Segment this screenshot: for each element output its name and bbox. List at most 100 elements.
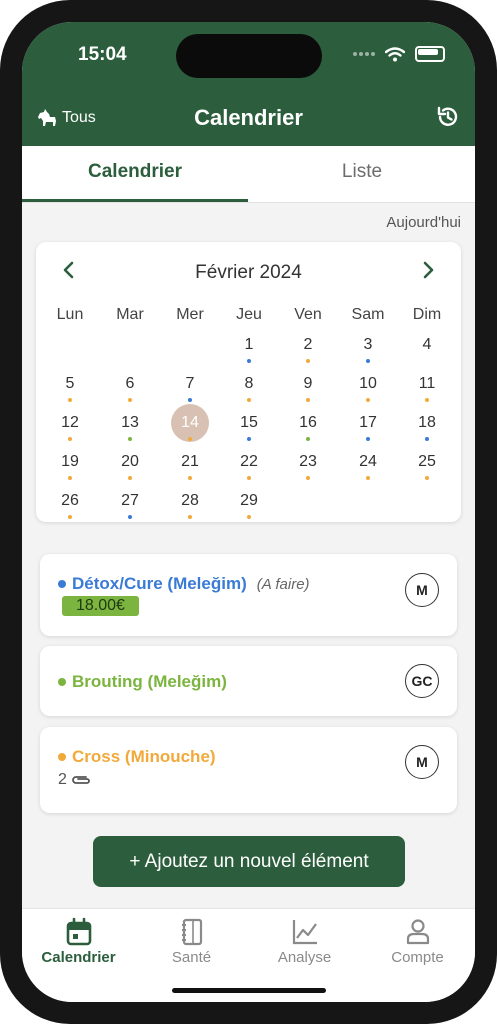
calendar-day[interactable]: 10	[346, 369, 390, 405]
day-number: 20	[121, 453, 139, 470]
add-element-button[interactable]: + Ajoutez un nouvel élément	[93, 836, 405, 887]
attachment-number: 2	[58, 771, 67, 788]
nav-calendrier[interactable]: Calendrier	[22, 917, 135, 966]
calendar-day[interactable]: 8	[227, 369, 271, 405]
day-number: 9	[303, 375, 313, 392]
day-number: 23	[299, 453, 317, 470]
day-number: 11	[418, 375, 436, 392]
event-dot	[188, 476, 192, 480]
calendar-day[interactable]: 21	[168, 447, 212, 483]
wifi-icon	[385, 46, 405, 61]
history-button[interactable]	[435, 104, 461, 135]
event-dot	[128, 437, 132, 441]
day-number: 29	[240, 492, 258, 509]
calendar-day[interactable]: 2	[286, 330, 330, 366]
calendar-day[interactable]: 20	[108, 447, 152, 483]
event-dot	[247, 359, 251, 363]
day-number: 19	[61, 453, 79, 470]
nav-compte[interactable]: Compte	[361, 917, 474, 966]
calendar-day[interactable]: 28	[168, 486, 212, 522]
event-title: Détox/Cure (Meleğim)	[72, 574, 247, 593]
paperclip-icon	[72, 776, 90, 784]
event-dot	[366, 359, 370, 363]
avatar: GC	[405, 664, 439, 698]
calendar-day[interactable]: 19	[48, 447, 92, 483]
dynamic-island	[176, 34, 322, 78]
month-title: Février 2024	[195, 262, 302, 283]
calendar-day[interactable]: 4	[405, 330, 449, 366]
nav-label: Compte	[391, 949, 444, 966]
nav-analyse[interactable]: Analyse	[248, 917, 361, 966]
calendar-day[interactable]: 3	[346, 330, 390, 366]
day-number: 3	[363, 336, 373, 353]
nav-label: Analyse	[277, 949, 332, 966]
user-icon	[406, 919, 429, 945]
event-title: Cross (Minouche)	[72, 747, 216, 766]
calendar-day[interactable]: 18	[405, 408, 449, 444]
weekday-label: Ven	[294, 306, 322, 323]
app-screen: 15:04 Tous Calendrier Calendrier Liste A…	[22, 22, 475, 1002]
calendar-day[interactable]: 24	[346, 447, 390, 483]
day-number: 27	[121, 492, 139, 509]
calendar-day[interactable]: 26	[48, 486, 92, 522]
event-dot	[68, 398, 72, 402]
event-card-cross[interactable]: Cross (Minouche) 2 M	[40, 727, 457, 813]
day-number: 12	[61, 414, 79, 431]
event-card-detox[interactable]: Détox/Cure (Meleğim) (A faire) 18.00€ M	[40, 554, 457, 636]
avatar: M	[405, 573, 439, 607]
calendar-day[interactable]: 27	[108, 486, 152, 522]
day-number: 22	[240, 453, 258, 470]
calendar-day[interactable]: 17	[346, 408, 390, 444]
calendar-card: Février 2024 Lun Mar Mer Jeu Ven Sam Dim 12345…	[36, 242, 461, 522]
calendar-day[interactable]: 11	[405, 369, 449, 405]
event-status: (A faire)	[256, 575, 310, 593]
day-number: 14	[181, 414, 199, 431]
calendar-day[interactable]: 14	[168, 404, 212, 444]
day-number: 15	[240, 414, 258, 431]
home-indicator	[172, 988, 326, 993]
event-dot	[425, 398, 429, 402]
today-link[interactable]: Aujourd'hui	[386, 214, 461, 231]
attachment-count: 2	[58, 771, 91, 789]
event-dot	[68, 476, 72, 480]
event-dot	[306, 359, 310, 363]
calendar-day[interactable]: 12	[48, 408, 92, 444]
calendar-day[interactable]: 9	[286, 369, 330, 405]
event-dot	[366, 476, 370, 480]
event-dot	[188, 398, 192, 402]
calendar-icon	[66, 917, 91, 946]
event-dot	[128, 476, 132, 480]
tab-calendrier[interactable]: Calendrier	[22, 146, 248, 202]
event-dot	[366, 398, 370, 402]
day-number: 1	[244, 336, 254, 353]
calendar-day[interactable]: 15	[227, 408, 271, 444]
avatar: M	[405, 745, 439, 779]
nav-sante[interactable]: Santé	[135, 917, 248, 966]
event-dot	[68, 437, 72, 441]
next-month-button[interactable]	[421, 260, 435, 285]
event-dot	[247, 515, 251, 519]
status-time: 15:04	[78, 44, 127, 65]
tab-liste[interactable]: Liste	[249, 146, 475, 202]
weekday-label: Sam	[351, 306, 385, 323]
calendar-day[interactable]: 6	[108, 369, 152, 405]
battery-icon	[415, 46, 445, 62]
event-card-brouting[interactable]: Brouting (Meleğim) GC	[40, 646, 457, 716]
day-number: 24	[359, 453, 377, 470]
calendar-day[interactable]: 16	[286, 408, 330, 444]
calendar-day[interactable]: 23	[286, 447, 330, 483]
event-dot	[306, 476, 310, 480]
event-dot	[188, 515, 192, 519]
calendar-day[interactable]: 22	[227, 447, 271, 483]
calendar-day[interactable]: 13	[108, 408, 152, 444]
calendar-day[interactable]: 5	[48, 369, 92, 405]
day-number: 13	[121, 414, 139, 431]
calendar-day[interactable]: 1	[227, 330, 271, 366]
event-dot	[425, 437, 429, 441]
event-color-dot	[58, 678, 66, 686]
calendar-day[interactable]: 7	[168, 369, 212, 405]
weekday-label: Lun	[56, 306, 84, 323]
calendar-day[interactable]: 25	[405, 447, 449, 483]
day-number: 5	[65, 375, 75, 392]
calendar-day[interactable]: 29	[227, 486, 271, 522]
